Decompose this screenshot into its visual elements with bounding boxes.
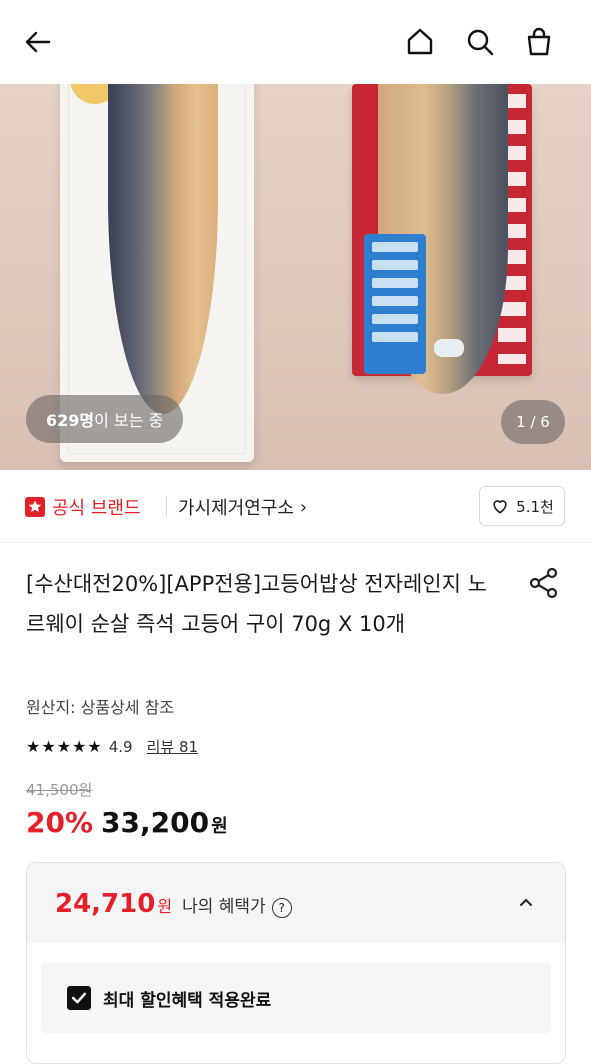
home-icon[interactable] [400, 22, 440, 62]
share-icon[interactable] [526, 565, 562, 601]
review-link[interactable]: 리뷰 81 [147, 736, 198, 757]
price-row: 20% 33,200 원 [26, 806, 228, 839]
official-star-icon [25, 497, 45, 517]
origin-info: 원산지: 상품상세 참조 [26, 698, 175, 717]
help-icon[interactable]: ? [271, 898, 292, 918]
image-pager: 1 / 6 [501, 400, 565, 444]
benefit-box: 24,710 원 나의 혜택가 ? 최대 할인혜택 적용완료 [26, 862, 566, 1064]
benefit-price: 24,710 원 나의 혜택가 ? [55, 889, 292, 919]
top-bar [0, 0, 591, 84]
viewers-count: 629명 [46, 411, 95, 430]
checkmark-icon [71, 992, 87, 1004]
checkbox-checked[interactable] [67, 986, 91, 1010]
shopping-bag-icon[interactable] [519, 22, 559, 62]
star-rating-icon: ★★★★★ [26, 737, 103, 756]
official-brand-badge: 공식 브랜드 [24, 494, 141, 520]
chevron-up-icon[interactable] [515, 891, 537, 913]
package-label [364, 234, 426, 374]
discount-rate: 20% [26, 806, 94, 839]
original-price: 41,500원 [26, 781, 93, 799]
max-discount-label: 최대 할인혜택 적용완료 [103, 990, 272, 1011]
benefit-currency: 원 [157, 897, 173, 916]
viewers-suffix: 이 보는 중 [94, 411, 164, 430]
viewers-badge: 629명 이 보는 중 [26, 395, 184, 443]
brand-row: 공식 브랜드 가시제거연구소 › 5.1천 [0, 470, 591, 543]
benefit-label: 나의 혜택가 [182, 897, 266, 917]
store-name: 가시제거연구소 [178, 498, 294, 519]
store-link[interactable]: 가시제거연구소 › [178, 494, 307, 520]
haccp-logo [434, 339, 464, 357]
max-discount-check-row[interactable]: 최대 할인혜택 적용완료 [41, 963, 551, 1033]
rating-row: ★★★★★ 4.9 리뷰 81 [26, 736, 198, 757]
like-button[interactable]: 5.1천 [479, 486, 565, 526]
search-icon[interactable] [460, 22, 500, 62]
sale-price: 33,200 [101, 806, 210, 839]
heart-icon [493, 500, 507, 514]
product-title: [수산대전20%][APP전용]고등어밥상 전자레인지 노르웨이 순살 즉석 고… [26, 572, 487, 636]
product-image-carousel[interactable]: 629명 이 보는 중 1 / 6 [0, 84, 591, 470]
currency-unit: 원 [211, 816, 228, 837]
like-count: 5.1천 [516, 497, 554, 516]
divider [166, 496, 167, 516]
chevron-right-icon: › [299, 496, 308, 518]
rating-value: 4.9 [108, 737, 133, 756]
back-arrow-icon[interactable] [18, 22, 58, 62]
benefit-price-value: 24,710 [55, 889, 156, 919]
official-brand-label: 공식 브랜드 [52, 498, 141, 519]
benefit-header[interactable]: 24,710 원 나의 혜택가 ? [27, 863, 565, 943]
